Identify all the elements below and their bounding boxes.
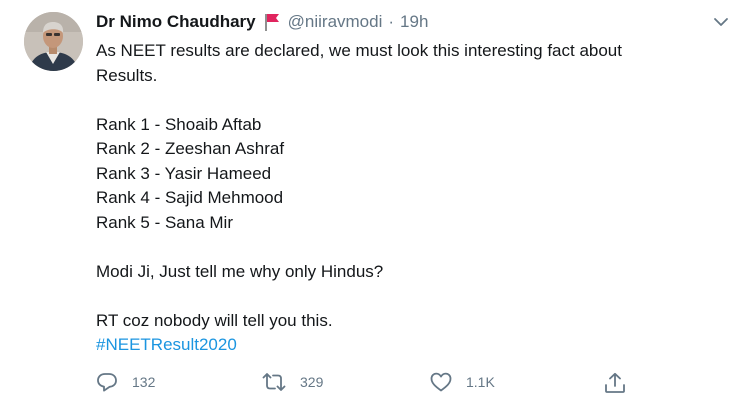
separator-dot: · <box>388 12 395 31</box>
reply-count: 132 <box>132 374 156 390</box>
tweet-line: Rank 4 - Sajid Mehmood <box>96 188 284 207</box>
like-button[interactable]: 1.1K <box>430 372 495 392</box>
avatar[interactable] <box>24 12 83 71</box>
reply-icon <box>96 372 118 392</box>
hashtag-link[interactable]: #NEETResult2020 <box>96 333 736 358</box>
tweet-content: Dr Nimo Chaudhary @niiravmodi · 19h As N… <box>96 11 736 358</box>
share-icon <box>604 372 626 394</box>
retweet-count: 329 <box>300 374 324 390</box>
author-name[interactable]: Dr Nimo Chaudhary <box>96 11 256 33</box>
tweet-line: Modi Ji, Just tell me why only Hindus? <box>96 261 384 281</box>
tweet-line: As NEET results are declared, we must lo… <box>96 41 622 60</box>
reply-button[interactable]: 132 <box>96 372 155 392</box>
tweet-line: Rank 5 - Sana Mir <box>96 212 233 232</box>
tweet-actions: 132 329 1.1K <box>96 372 636 394</box>
tweet-card[interactable]: Dr Nimo Chaudhary @niiravmodi · 19h As N… <box>0 0 749 404</box>
retweet-button[interactable]: 329 <box>262 372 323 392</box>
tweet-header: Dr Nimo Chaudhary @niiravmodi · 19h <box>96 11 736 33</box>
tweet-line: Rank 1 - Shoaib Aftab <box>96 114 262 134</box>
heart-icon <box>430 372 452 392</box>
avatar-image <box>24 12 83 71</box>
red-flag-icon <box>264 13 280 31</box>
tweet-line: Results. <box>96 65 158 85</box>
tweet-line: RT coz nobody will tell you this. <box>96 310 333 330</box>
tweet-text: As NEET results are declared, we must lo… <box>96 39 736 358</box>
share-button[interactable] <box>604 372 626 394</box>
retweet-icon <box>262 372 286 392</box>
tweet-line: Rank 2 - Zeeshan Ashraf <box>96 139 285 158</box>
chevron-down-icon[interactable] <box>713 14 729 30</box>
timestamp[interactable]: 19h <box>400 11 428 33</box>
author-handle[interactable]: @niiravmodi <box>288 11 383 33</box>
like-count: 1.1K <box>466 374 495 390</box>
tweet-line: Rank 3 - Yasir Hameed <box>96 163 272 183</box>
